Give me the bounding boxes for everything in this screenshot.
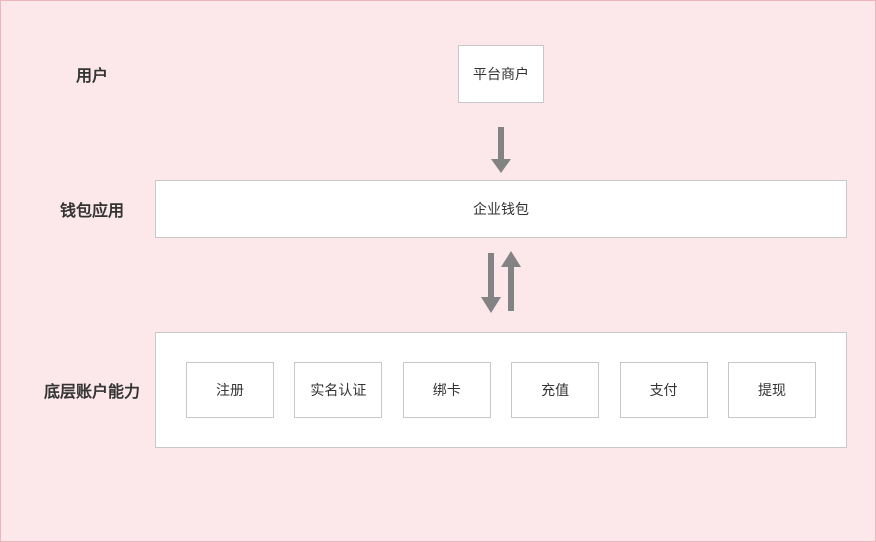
arrow-down-row	[29, 119, 847, 179]
cap-text-3: 充值	[541, 380, 569, 400]
capability-item-payment: 支付	[620, 362, 708, 418]
wallet-content: 企业钱包	[155, 180, 847, 238]
arrow-down-icon	[489, 125, 513, 173]
row-user: 用户 平台商户	[29, 29, 847, 119]
capability-item-realname: 实名认证	[294, 362, 382, 418]
arrow-bidirectional-row	[29, 239, 847, 325]
merchant-box-text: 平台商户	[473, 64, 529, 84]
cap-text-1: 实名认证	[310, 380, 366, 400]
cap-text-5: 提现	[758, 380, 786, 400]
label-wallet: 钱包应用	[29, 197, 155, 221]
capability-content: 注册 实名认证 绑卡 充值 支付 提现	[155, 332, 847, 448]
merchant-box: 平台商户	[458, 45, 544, 103]
diagram-container: 用户 平台商户 钱包应用 企业钱包	[0, 0, 876, 542]
user-label-text: 用户	[76, 62, 108, 86]
capability-item-bindcard: 绑卡	[403, 362, 491, 418]
cap-text-0: 注册	[216, 380, 244, 400]
cap-text-4: 支付	[650, 380, 678, 400]
cap-text-2: 绑卡	[433, 380, 461, 400]
capability-box: 注册 实名认证 绑卡 充值 支付 提现	[155, 332, 847, 448]
label-capability: 底层账户能力	[29, 378, 155, 402]
user-content: 平台商户	[155, 45, 847, 103]
capability-item-recharge: 充值	[511, 362, 599, 418]
row-wallet: 钱包应用 企业钱包	[29, 179, 847, 239]
label-user: 用户	[29, 62, 155, 86]
arrow-bidirectional-icon	[476, 249, 526, 315]
capability-item-register: 注册	[186, 362, 274, 418]
capability-item-withdraw: 提现	[728, 362, 816, 418]
wallet-box-text: 企业钱包	[473, 199, 529, 219]
wallet-box: 企业钱包	[155, 180, 847, 238]
wallet-label-text: 钱包应用	[60, 197, 124, 221]
capability-label-text: 底层账户能力	[44, 378, 140, 402]
row-capability: 底层账户能力 注册 实名认证 绑卡 充值 支付	[29, 325, 847, 455]
